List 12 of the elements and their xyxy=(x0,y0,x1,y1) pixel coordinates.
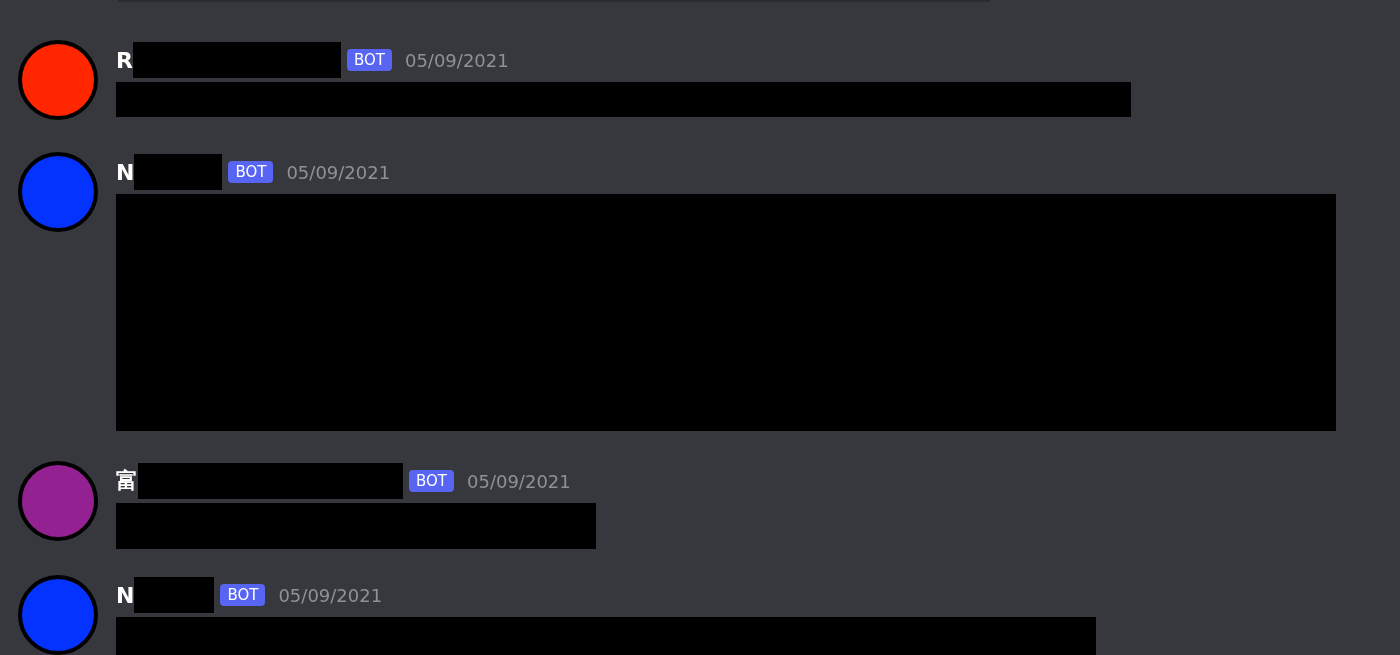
bot-tag: BOT xyxy=(409,470,454,492)
author-name[interactable]: N xyxy=(116,159,135,185)
timestamp: 05/09/2021 xyxy=(286,161,391,183)
bot-tag: BOT xyxy=(346,49,392,71)
timestamp: 05/09/2021 xyxy=(404,49,509,71)
author-name[interactable]: N xyxy=(116,582,135,608)
author-name[interactable]: 富 xyxy=(116,466,138,496)
timestamp: 05/09/2021 xyxy=(278,584,383,606)
bot-tag: BOT xyxy=(220,584,266,606)
timestamp: 05/09/2021 xyxy=(467,470,571,492)
author-name[interactable]: R xyxy=(116,47,133,73)
bot-tag: BOT xyxy=(228,161,274,183)
